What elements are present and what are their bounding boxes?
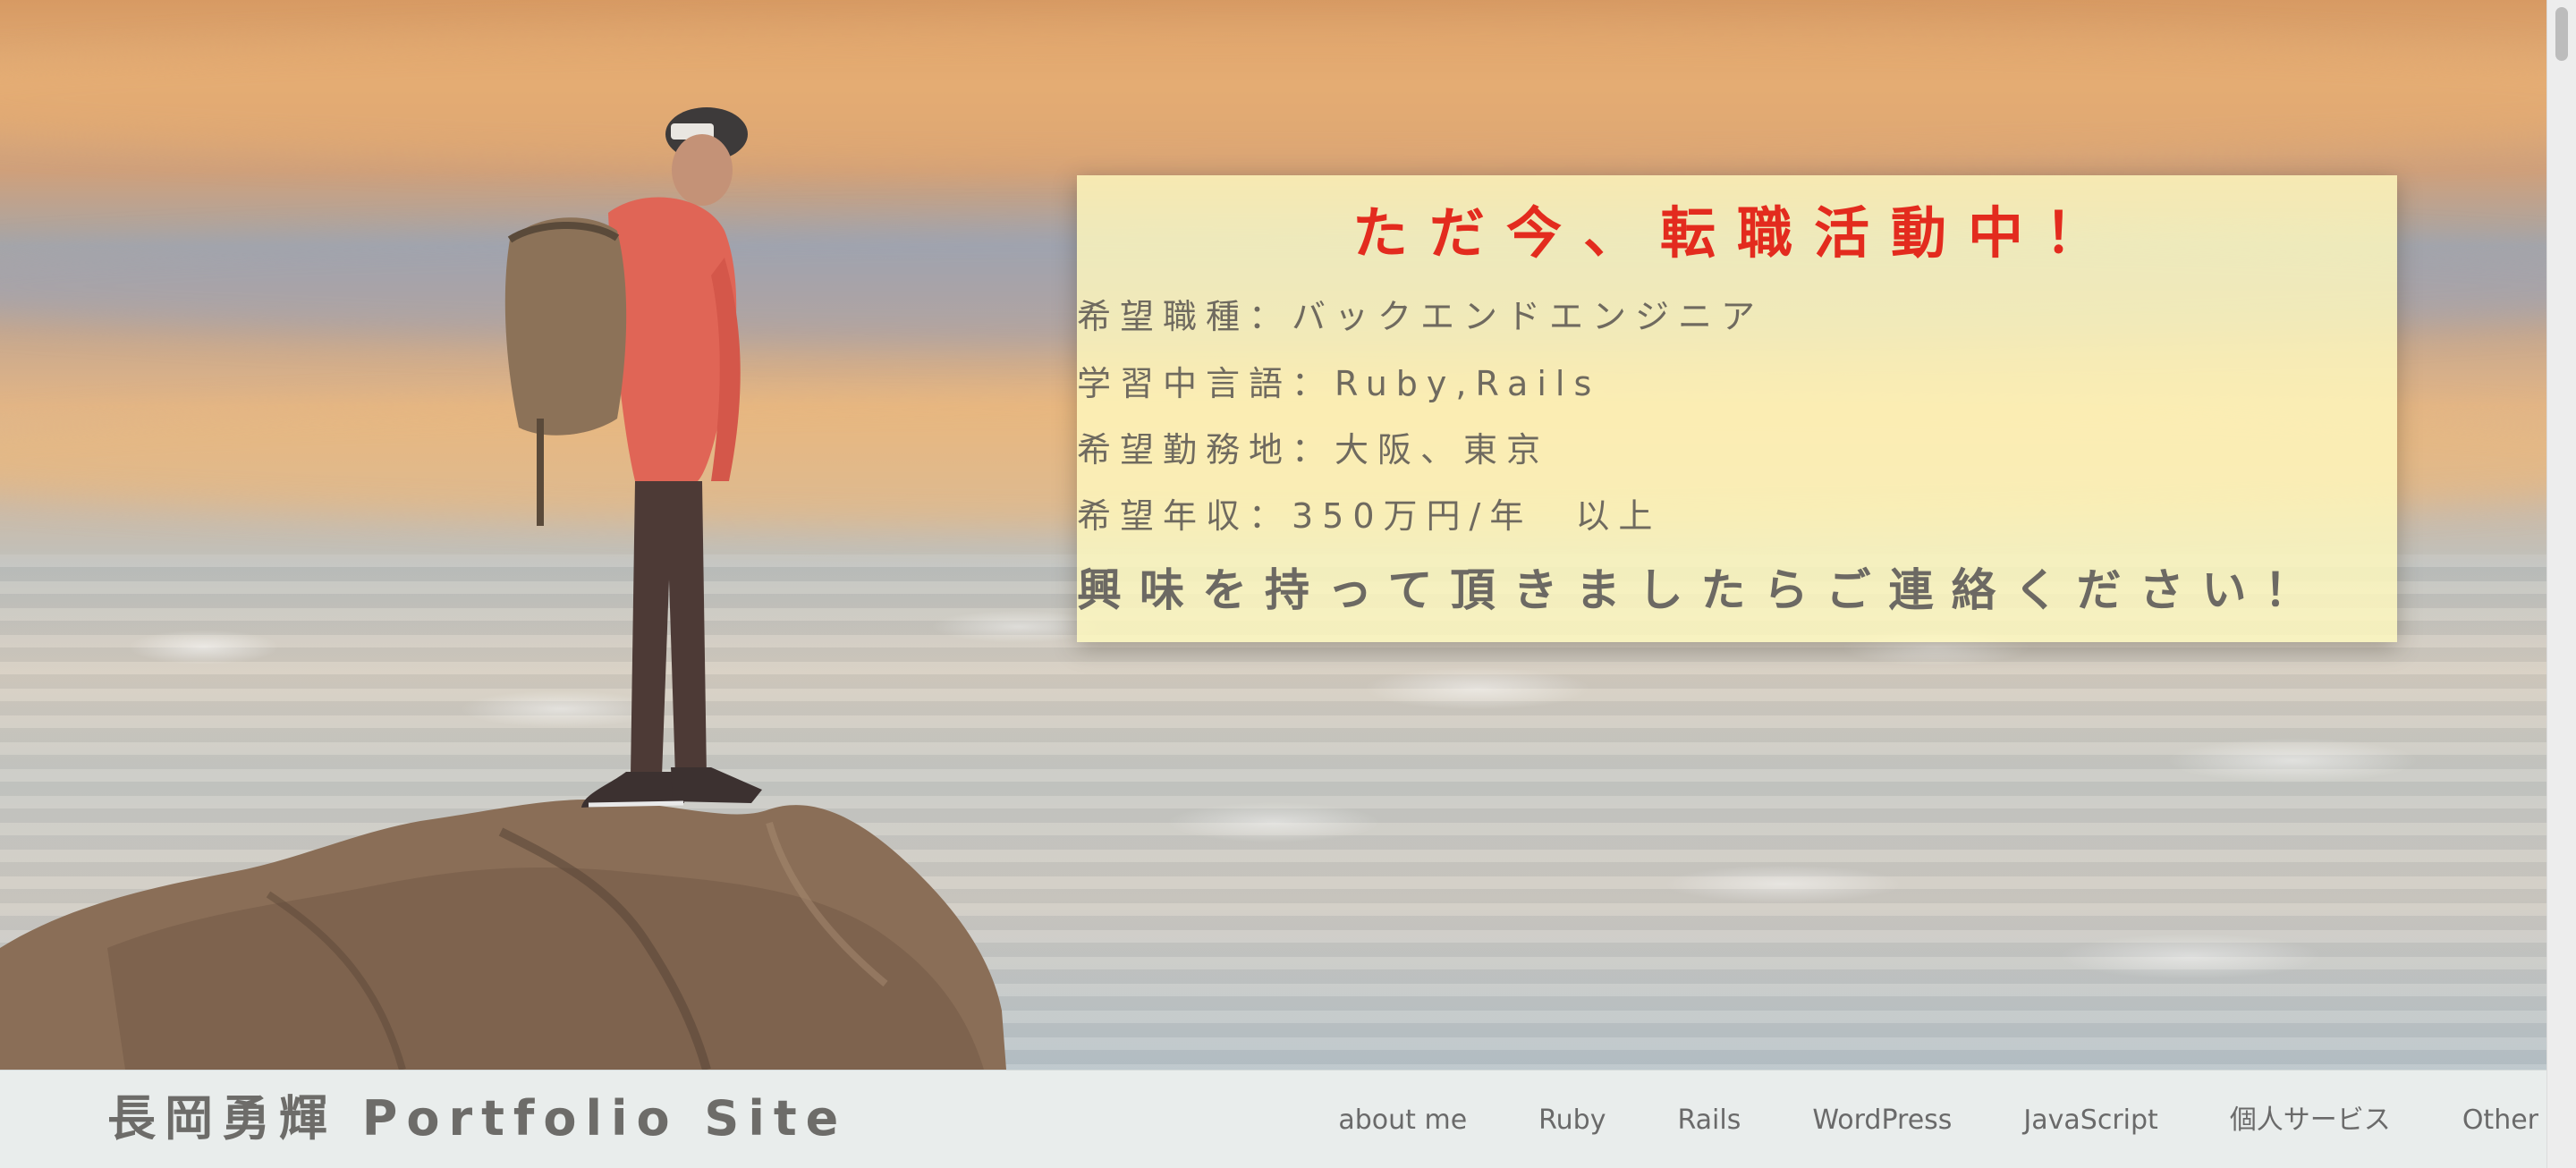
nav-item-javascript[interactable]: JavaScript	[2023, 1105, 2157, 1137]
site-header: 長岡勇輝 Portfolio Site about me Ruby Rails …	[0, 1070, 2547, 1168]
learning-languages: 学習中言語：Ruby,Rails	[1077, 364, 1601, 403]
scrollbar-thumb[interactable]	[2555, 7, 2568, 61]
desired-location: 希望勤務地：大阪、東京	[1077, 430, 1550, 470]
nav-item-rails[interactable]: Rails	[1677, 1105, 1741, 1137]
job-hunting-headline: ただ今、転職活動中！	[1352, 200, 2122, 266]
main-nav: about me Ruby Rails WordPress JavaScript…	[1338, 1103, 2538, 1138]
hiker-figure	[504, 107, 762, 808]
nav-item-about-me[interactable]: about me	[1338, 1105, 1467, 1137]
contact-call-to-action: 興味を持って頂きましたらご連絡ください！	[1077, 564, 2327, 616]
desired-salary: 希望年収：350万円/年 以上	[1077, 496, 1662, 536]
page-scrollbar[interactable]	[2546, 0, 2576, 1168]
desired-position: 希望職種：バックエンドエンジニア	[1077, 297, 1765, 336]
nav-item-wordpress[interactable]: WordPress	[1812, 1105, 1952, 1137]
nav-item-ruby[interactable]: Ruby	[1538, 1105, 1606, 1137]
site-title[interactable]: 長岡勇輝 Portfolio Site	[107, 1090, 847, 1148]
nav-item-personal-services[interactable]: 個人サービス	[2230, 1105, 2391, 1137]
nav-item-other[interactable]: Other	[2462, 1105, 2538, 1137]
hero-section: ただ今、転職活動中！ 希望職種：バックエンドエンジニア 学習中言語：Ruby,R…	[0, 0, 2547, 1070]
